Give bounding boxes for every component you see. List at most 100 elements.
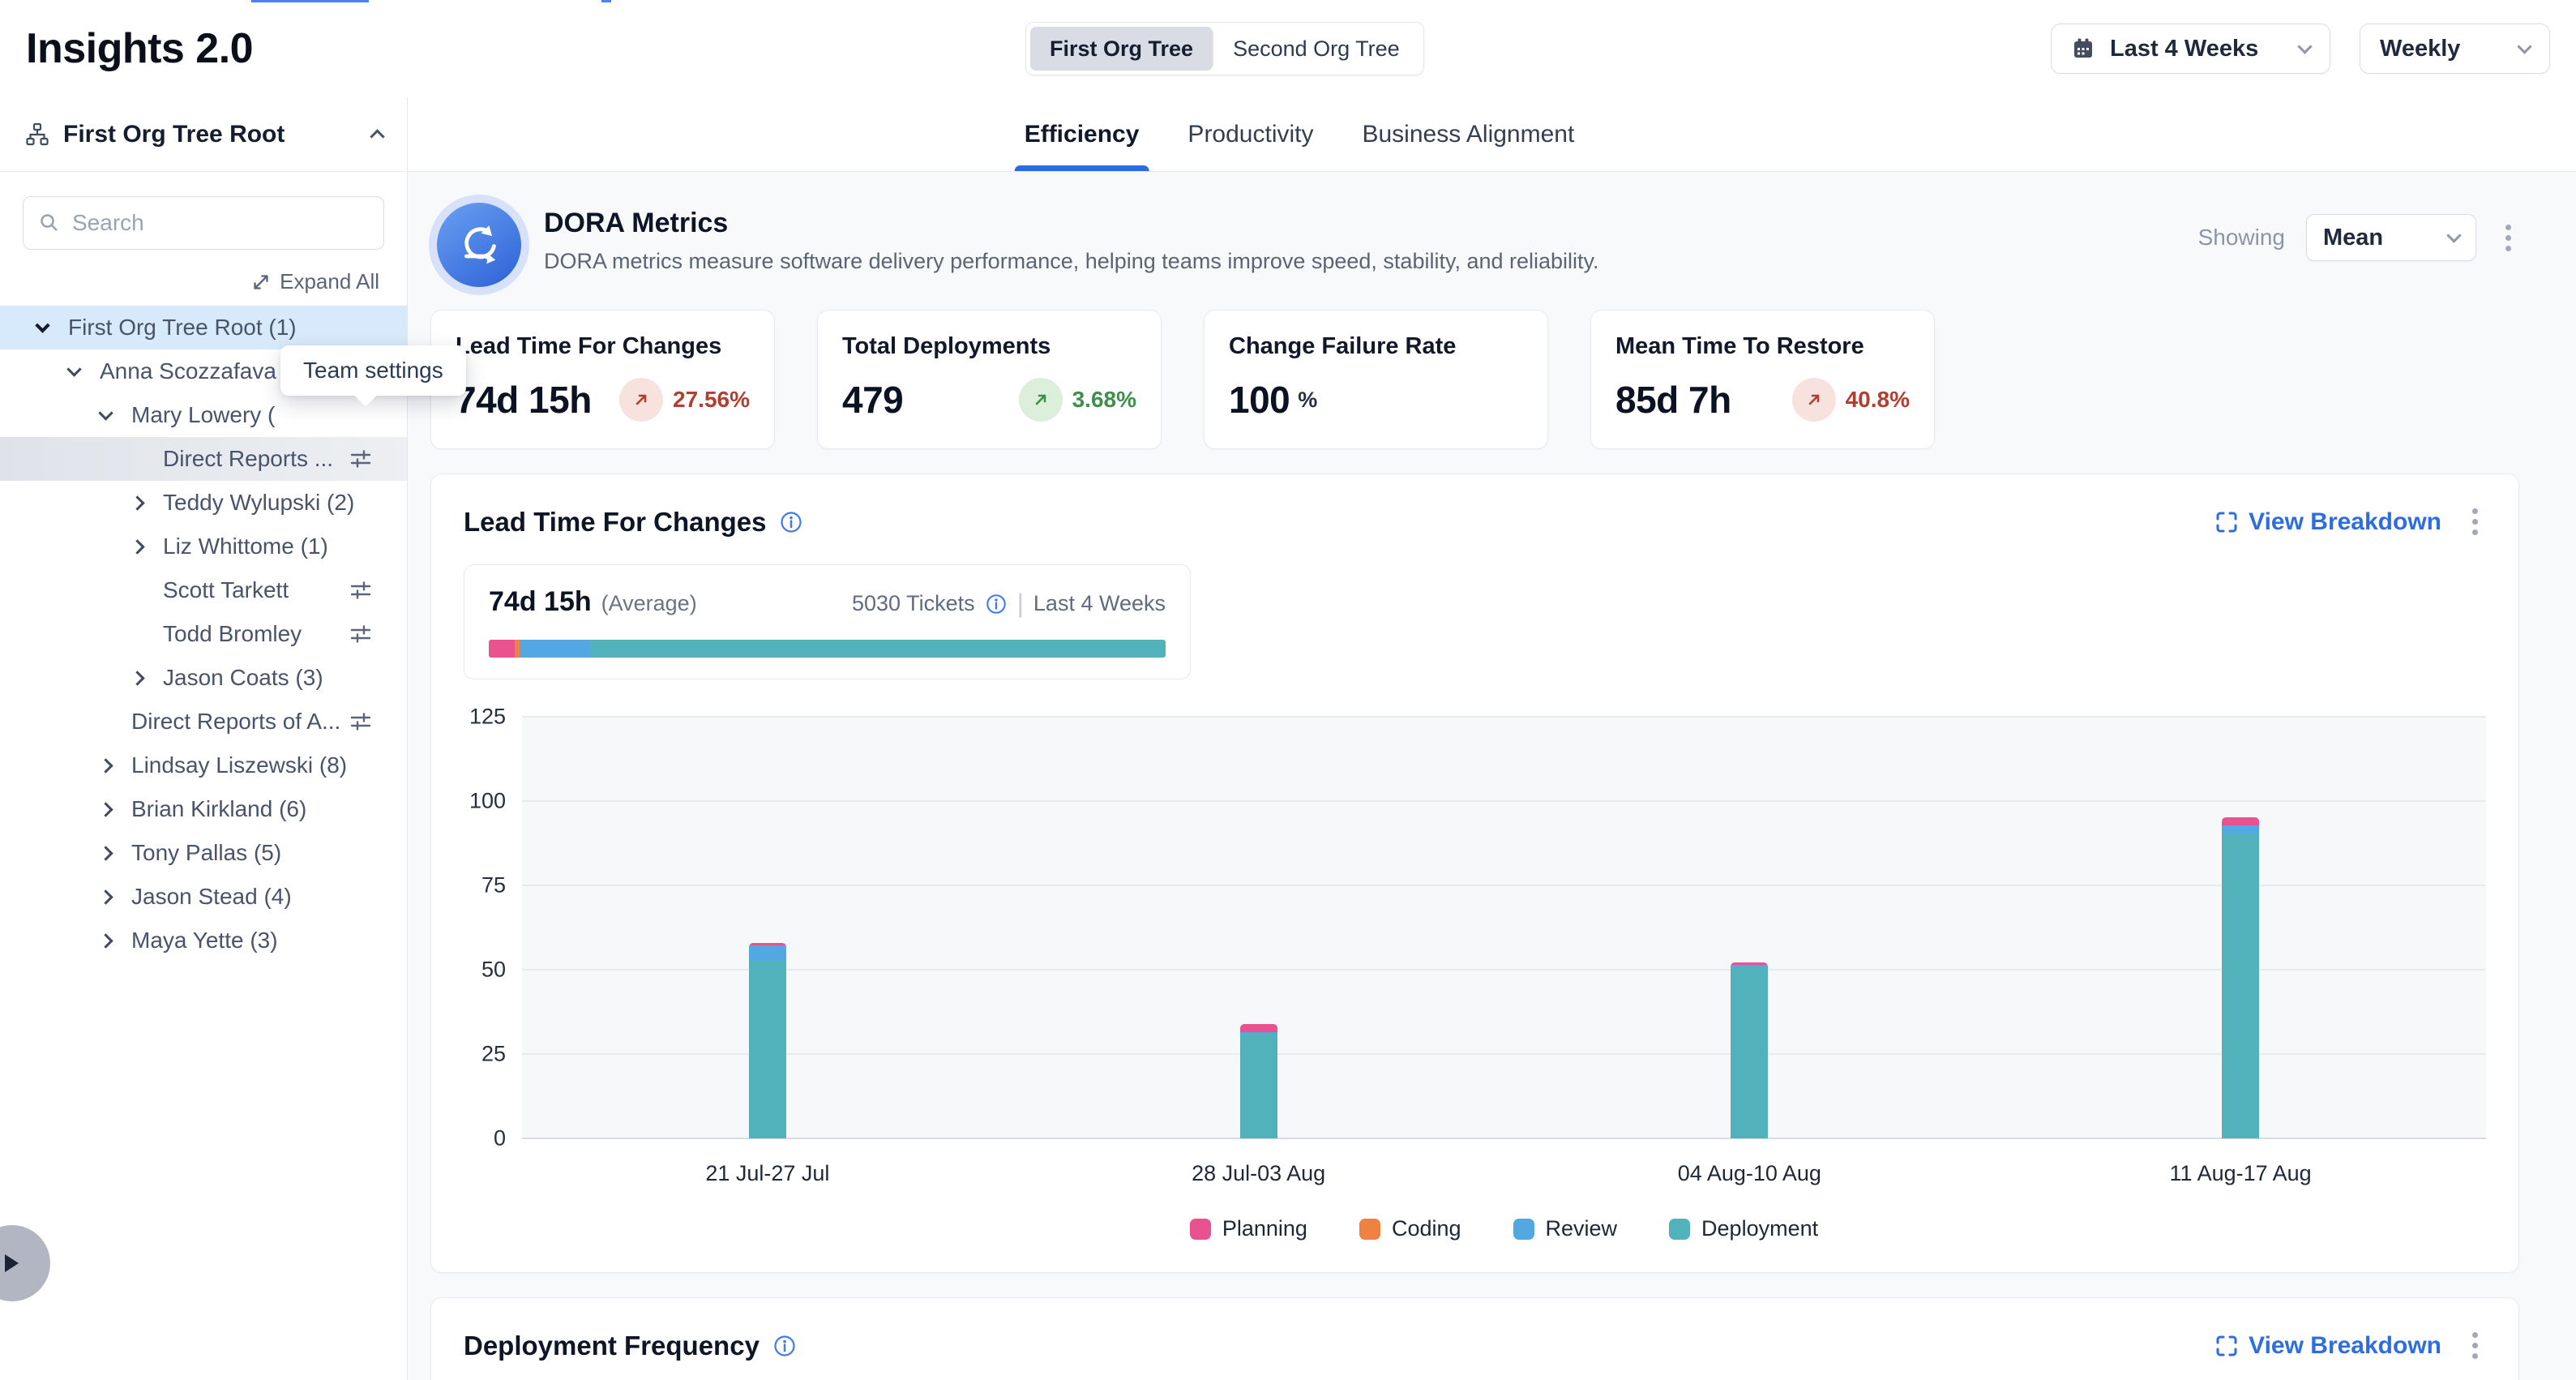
showing-label: Showing xyxy=(2198,225,2285,251)
x-axis-label-3: 04 Aug-10 Aug xyxy=(1678,1161,1821,1186)
granularity-select-value: Weekly xyxy=(2380,36,2505,62)
tree-row-teddy-wylupski-2[interactable]: Teddy Wylupski (2) xyxy=(0,481,407,525)
tree-row-direct-reports[interactable]: Direct Reports ... xyxy=(0,437,407,481)
chevron-down-icon[interactable] xyxy=(98,405,113,420)
stacked-bar-3[interactable] xyxy=(1731,962,1768,1138)
chevron-right-icon[interactable] xyxy=(98,758,113,773)
trend-arrow-icon xyxy=(1792,378,1836,422)
bar-segment-deployment xyxy=(2222,834,2259,1138)
legend-label: Review xyxy=(1546,1216,1618,1241)
x-axis-label-1: 21 Jul-27 Jul xyxy=(705,1161,829,1186)
expand-corners-icon xyxy=(2214,1334,2239,1358)
org-toggle-option-1[interactable]: First Org Tree xyxy=(1030,27,1213,71)
tickets-count: 5030 Tickets xyxy=(852,591,975,616)
showing-select-value: Mean xyxy=(2323,225,2434,251)
chevron-right-icon[interactable] xyxy=(98,889,113,904)
metric-value: 85d 7h xyxy=(1615,378,1731,422)
tree-row-maya-yette-3[interactable]: Maya Yette (3) xyxy=(0,919,407,962)
metric-card-change-failure-rate: Change Failure Rate100% xyxy=(1204,310,1548,449)
chevron-down-icon[interactable] xyxy=(66,362,81,376)
average-summary-card: 74d 15h (Average) 5030 Tickets | Last 4 … xyxy=(464,564,1191,679)
stacked-bar-4[interactable] xyxy=(2222,817,2259,1138)
chart-legend: Planning Coding Review Deployment xyxy=(522,1216,2486,1245)
chevron-right-icon[interactable] xyxy=(98,933,113,948)
chevron-slot xyxy=(101,892,131,902)
tab-efficiency[interactable]: Efficiency xyxy=(1025,97,1140,171)
metric-card-title: Lead Time For Changes xyxy=(456,333,750,360)
main-area: Efficiency Productivity Business Alignment… xyxy=(408,97,2576,1380)
chevron-down-icon xyxy=(2297,39,2312,54)
metric-value: 479 xyxy=(842,378,903,422)
tree-row-direct-reports-of-a[interactable]: Direct Reports of A... xyxy=(0,700,407,744)
trend-badge: 3.68% xyxy=(1019,378,1136,422)
legend-item-deployment: Deployment xyxy=(1669,1216,1818,1241)
lead-time-kebab-menu[interactable] xyxy=(2464,502,2486,542)
stacked-bar-2[interactable] xyxy=(1240,1024,1277,1138)
trend-percent: 3.68% xyxy=(1072,387,1136,413)
view-breakdown-link[interactable]: View Breakdown xyxy=(2214,1332,2441,1360)
tree-row-liz-whittome-1[interactable]: Liz Whittome (1) xyxy=(0,525,407,568)
tab-business-alignment[interactable]: Business Alignment xyxy=(1362,97,1574,171)
trend-arrow-icon xyxy=(619,378,663,422)
chevron-slot xyxy=(101,804,131,815)
bar-segment-review xyxy=(749,945,786,962)
org-toggle-option-2[interactable]: Second Org Tree xyxy=(1213,27,1419,71)
trend-percent: 40.8% xyxy=(1846,387,1910,413)
tree-row-brian-kirkland-6[interactable]: Brian Kirkland (6) xyxy=(0,787,407,831)
view-breakdown-link[interactable]: View Breakdown xyxy=(2214,508,2441,536)
legend-label: Planning xyxy=(1222,1216,1307,1241)
tree-row-todd-bromley[interactable]: Todd Bromley xyxy=(0,612,407,656)
metric-cards-row: Lead Time For Changes74d 15h27.56%Total … xyxy=(430,310,2519,449)
info-icon[interactable] xyxy=(985,593,1008,615)
stacked-bar-1[interactable] xyxy=(749,943,786,1138)
deployment-kebab-menu[interactable] xyxy=(2464,1326,2486,1365)
tree-item-label: Jason Coats (3) xyxy=(163,665,323,691)
chevron-slot xyxy=(132,498,163,508)
chevron-right-icon[interactable] xyxy=(130,671,144,685)
org-tree-toggle: First Org TreeSecond Org Tree xyxy=(1025,22,1424,75)
page: Insights 2.0 First Org TreeSecond Org Tr… xyxy=(0,0,2576,1380)
chevron-slot xyxy=(101,936,131,946)
sidebar-collapse-chevron-icon[interactable] xyxy=(370,129,384,144)
search-icon xyxy=(38,212,61,234)
metric-card-mean-time-to-restore: Mean Time To Restore85d 7h40.8% xyxy=(1590,310,1935,449)
chevron-down-icon[interactable] xyxy=(35,318,49,332)
chevron-slot xyxy=(101,761,131,771)
team-settings-icon[interactable] xyxy=(349,622,373,646)
tree-item-label: Scott Tarkett xyxy=(163,577,289,603)
team-settings-icon[interactable] xyxy=(349,709,373,734)
dora-kebab-menu[interactable] xyxy=(2497,218,2519,258)
tree-row-tony-pallas-5[interactable]: Tony Pallas (5) xyxy=(0,831,407,875)
info-icon[interactable] xyxy=(772,1334,797,1358)
gridline-50 xyxy=(522,969,2486,971)
tree-row-mary-lowery[interactable]: Mary Lowery ( xyxy=(0,393,407,437)
search-input[interactable] xyxy=(72,210,369,236)
dora-title: DORA Metrics xyxy=(544,208,1599,239)
expand-all-button[interactable]: Expand All xyxy=(28,269,379,294)
tree-row-jason-stead-4[interactable]: Jason Stead (4) xyxy=(0,875,407,919)
tree-item-label: Teddy Wylupski (2) xyxy=(163,490,354,516)
tabs-bar: Efficiency Productivity Business Alignment xyxy=(408,97,2576,172)
tree-row-lindsay-liszewski-8[interactable]: Lindsay Liszewski (8) xyxy=(0,744,407,787)
tree-row-first-org-tree-root-1[interactable]: First Org Tree Root (1) xyxy=(0,306,407,349)
chevron-right-icon[interactable] xyxy=(130,539,144,554)
tree-row-scott-tarkett[interactable]: Scott Tarkett xyxy=(0,568,407,612)
deployment-frequency-title: Deployment Frequency xyxy=(464,1331,760,1361)
deployment-frequency-section: Deployment Frequency View Breakdown xyxy=(430,1297,2519,1380)
bar-segment-planning xyxy=(1240,1024,1277,1032)
tab-productivity[interactable]: Productivity xyxy=(1187,97,1313,171)
team-settings-icon[interactable] xyxy=(349,578,373,602)
info-icon[interactable] xyxy=(779,510,803,534)
chevron-right-icon[interactable] xyxy=(98,846,113,860)
calendar-icon xyxy=(2071,36,2095,61)
showing-select[interactable]: Mean xyxy=(2306,214,2476,261)
org-chart-icon xyxy=(24,122,50,148)
granularity-select[interactable]: Weekly xyxy=(2360,24,2550,74)
legend-item-coding: Coding xyxy=(1359,1216,1461,1241)
chevron-right-icon[interactable] xyxy=(130,495,144,510)
chevron-slot xyxy=(37,325,68,331)
period-select[interactable]: Last 4 Weeks xyxy=(2051,24,2330,74)
chevron-right-icon[interactable] xyxy=(98,802,113,816)
tree-row-jason-coats-3[interactable]: Jason Coats (3) xyxy=(0,656,407,700)
team-settings-icon[interactable] xyxy=(349,447,373,471)
